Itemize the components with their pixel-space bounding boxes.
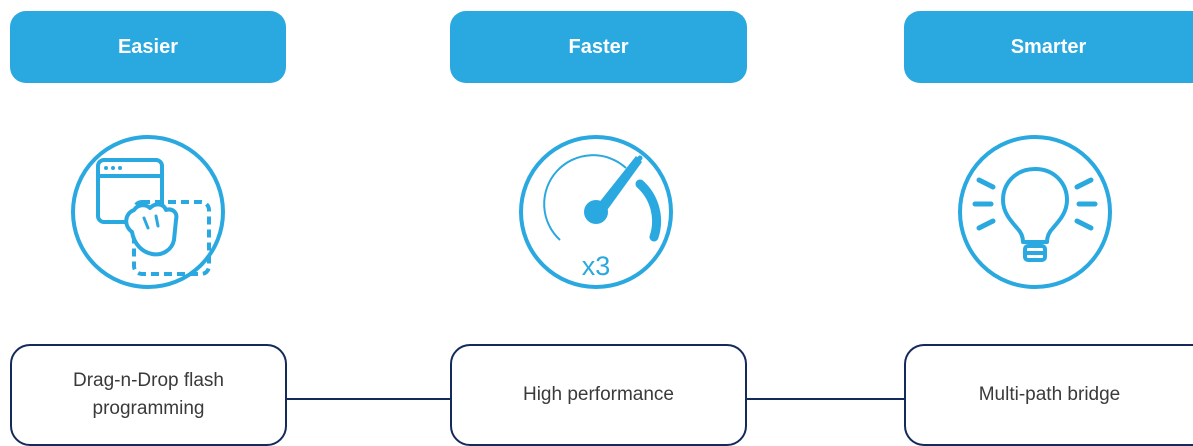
connector-line-1 xyxy=(287,398,450,400)
header-easier-label: Easier xyxy=(117,35,179,58)
connector-line-2 xyxy=(747,398,904,400)
feature-description-smarter: Multi-path bridge xyxy=(978,384,1121,406)
header-faster-label: Faster xyxy=(568,35,629,58)
feature-description-faster: High performance xyxy=(522,384,675,406)
speedometer-icon: x3 xyxy=(516,132,676,292)
speed-multiplier-text: x3 xyxy=(581,251,611,281)
header-faster: Faster xyxy=(450,11,747,83)
feature-box-smarter: Multi-path bridge xyxy=(904,344,1193,446)
lightbulb-icon xyxy=(955,132,1115,292)
feature-box-faster: High performance xyxy=(450,344,747,446)
header-smarter-label: Smarter xyxy=(1010,35,1087,58)
header-smarter: Smarter xyxy=(904,11,1193,83)
feature-box-easier: Drag-n-Drop flash programming xyxy=(10,344,287,446)
feature-description-easier: Drag-n-Drop flash programming xyxy=(73,370,224,419)
header-easier: Easier xyxy=(10,11,286,83)
drag-drop-window-icon xyxy=(68,132,228,292)
